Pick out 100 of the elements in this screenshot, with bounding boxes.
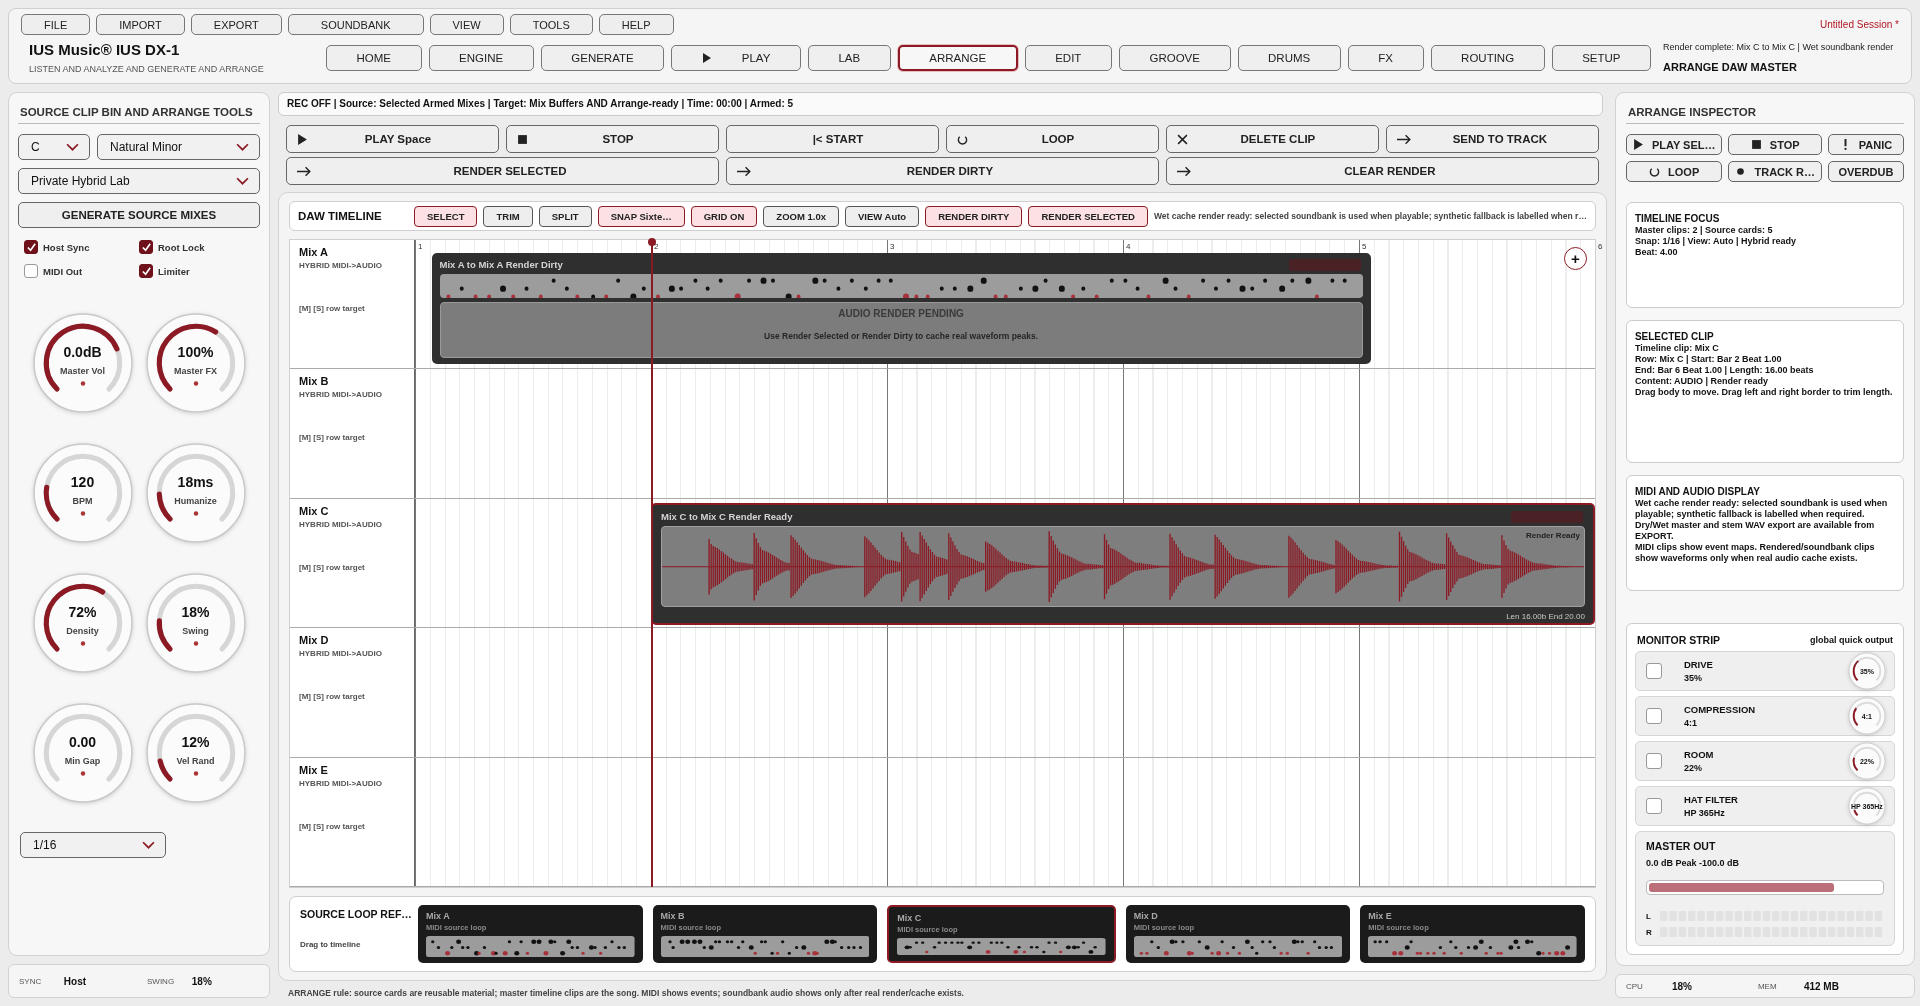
transport-button[interactable]: |< START: [725, 125, 939, 153]
checkbox[interactable]: [1645, 663, 1662, 679]
inspector-button[interactable]: STOP: [1728, 134, 1822, 155]
tool-button[interactable]: SELECT: [414, 205, 478, 227]
status-label: SWING: [147, 976, 176, 986]
transport-button[interactable]: PLAY Space: [286, 125, 499, 153]
tool-button[interactable]: TRIM: [483, 205, 533, 227]
clip-render-button[interactable]: [1288, 259, 1361, 271]
tool-button[interactable]: ZOOM 1.0x: [763, 205, 839, 227]
bar-number: 4: [1125, 242, 1131, 251]
transport-button[interactable]: SEND TO TRACK: [1385, 125, 1599, 153]
grid-dropdown[interactable]: 1/16: [20, 832, 166, 858]
checkbox[interactable]: [1645, 708, 1662, 724]
menu-button[interactable]: TOOLS: [509, 14, 593, 35]
knob[interactable]: 120 BPM: [31, 442, 134, 544]
knob[interactable]: 18ms Humanize: [144, 442, 247, 544]
clip-render-button[interactable]: [1510, 510, 1583, 523]
checkbox-label: Limiter: [158, 265, 190, 277]
status-value: 412 MB: [1803, 980, 1840, 992]
checkbox[interactable]: [24, 264, 38, 278]
chevron-icon: [236, 176, 249, 186]
knob[interactable]: 100% Master FX: [144, 312, 247, 414]
effect-value: HP 365Hz: [1683, 808, 1726, 818]
scale-dropdown[interactable]: Natural Minor: [97, 134, 260, 160]
mode-label: ARRANGE DAW MASTER: [1663, 61, 1798, 73]
checkbox[interactable]: [1645, 798, 1662, 814]
nav-tab[interactable]: ROUTING: [1430, 44, 1545, 71]
playhead[interactable]: [650, 240, 653, 887]
nav-tab[interactable]: DRUMS: [1237, 44, 1341, 71]
pending-hint: Use Render Selected or Render Dirty to cache real waveform peaks.: [764, 331, 1039, 341]
status-label: MEM: [1757, 981, 1778, 991]
add-button[interactable]: +: [1563, 247, 1587, 270]
knob[interactable]: 0.0dB Master Vol: [31, 312, 134, 414]
inspector-button[interactable]: OVERDUB: [1827, 161, 1904, 182]
inspector-button[interactable]: TRACK R…: [1728, 161, 1822, 182]
tool-button[interactable]: RENDER SELECTED: [1028, 205, 1148, 227]
menu-button[interactable]: IMPORT: [96, 14, 185, 35]
menu-button[interactable]: HELP: [598, 14, 674, 35]
menu-button[interactable]: SOUNDBANK: [287, 14, 424, 35]
knob[interactable]: 12% Vel Rand: [144, 702, 247, 804]
track-lane[interactable]: Mix C to Mix C Render Ready Render Ready Len 16.00b End 20.00: [415, 498, 1595, 628]
inspector-button[interactable]: PLAY SEL…: [1625, 134, 1723, 155]
timeline-clip[interactable]: Mix C to Mix C Render Ready Render Ready Len 16.00b End 20.00: [650, 502, 1595, 626]
render-button[interactable]: RENDER DIRTY: [725, 157, 1159, 185]
soundbank-dropdown[interactable]: Private Hybrid Lab: [18, 168, 260, 194]
checkbox[interactable]: [1645, 753, 1662, 769]
check-icon: [25, 241, 37, 253]
render-button[interactable]: CLEAR RENDER: [1165, 157, 1599, 185]
chevron-icon: [142, 840, 155, 850]
tool-button[interactable]: VIEW Auto: [844, 205, 920, 227]
status-label: CPU: [1625, 981, 1644, 991]
transport-button[interactable]: LOOP: [945, 125, 1159, 153]
bar-number: 5: [1361, 242, 1367, 251]
transport-button[interactable]: DELETE CLIP: [1165, 125, 1379, 153]
nav-tab[interactable]: GENERATE: [540, 44, 665, 71]
bar-number: 1: [418, 242, 423, 251]
knob[interactable]: 0.00 Min Gap: [31, 702, 134, 804]
arrow-right-icon: [297, 165, 312, 177]
transport-button[interactable]: STOP: [505, 125, 719, 153]
status-value: 18%: [191, 975, 213, 987]
nav-tab[interactable]: GROOVE: [1118, 44, 1231, 71]
status-value: Host: [63, 975, 88, 987]
checkbox[interactable]: [139, 264, 153, 278]
generate-button[interactable]: GENERATE SOURCE MIXES: [18, 202, 260, 228]
checkbox-label: MIDI Out: [43, 265, 83, 277]
nav-tab[interactable]: ARRANGE: [897, 44, 1018, 71]
tool-button[interactable]: SNAP Sixte…: [597, 205, 685, 227]
inspector-button[interactable]: LOOP: [1625, 161, 1723, 182]
loop-name: Mix E: [1368, 911, 1393, 921]
nav-tab[interactable]: EDIT: [1024, 44, 1112, 71]
clip-info: Len 16.00b End 20.00: [1506, 612, 1585, 622]
tool-button[interactable]: RENDER DIRTY: [925, 205, 1023, 227]
card-text: End: Bar 6 Beat 1.00 | Length: 16.00 beats: [1634, 365, 1815, 376]
stop-icon: [516, 133, 528, 145]
master-level-track[interactable]: [1645, 880, 1884, 895]
menu-button[interactable]: FILE: [21, 14, 91, 35]
render-button[interactable]: RENDER SELECTED: [286, 157, 719, 185]
tool-button[interactable]: SPLIT: [538, 205, 592, 227]
nav-tab[interactable]: PLAY: [671, 44, 801, 71]
nav-tab[interactable]: LAB: [807, 44, 891, 71]
play-icon: [701, 51, 712, 64]
channel-label: L: [1645, 911, 1652, 921]
checkbox[interactable]: [139, 240, 153, 254]
loop-icon: [956, 133, 968, 145]
nav-tab[interactable]: SETUP: [1551, 44, 1652, 71]
effect-value: 35%: [1683, 673, 1703, 683]
menu-button[interactable]: EXPORT: [190, 14, 282, 35]
knob[interactable]: 72% Density: [31, 572, 134, 674]
timeline-clip[interactable]: Mix A to Mix A Render Dirty AUDIO RENDER PENDING Use Render Selected or Render Dirty to cache real waveform peaks.: [431, 253, 1371, 365]
nav-tab[interactable]: ENGINE: [428, 44, 534, 71]
checkbox[interactable]: [24, 240, 38, 254]
key-dropdown[interactable]: C: [18, 134, 90, 160]
inspector-button[interactable]: PANIC: [1827, 134, 1904, 155]
nav-tab[interactable]: HOME: [326, 44, 422, 71]
knob[interactable]: 18% Swing: [144, 572, 247, 674]
nav-tab[interactable]: FX: [1347, 44, 1424, 71]
tool-button[interactable]: GRID ON: [690, 205, 758, 227]
card-title: TIMELINE FOCUS: [1634, 213, 1721, 224]
menu-button[interactable]: VIEW: [429, 14, 504, 35]
arrow-right-icon: [1176, 165, 1192, 177]
